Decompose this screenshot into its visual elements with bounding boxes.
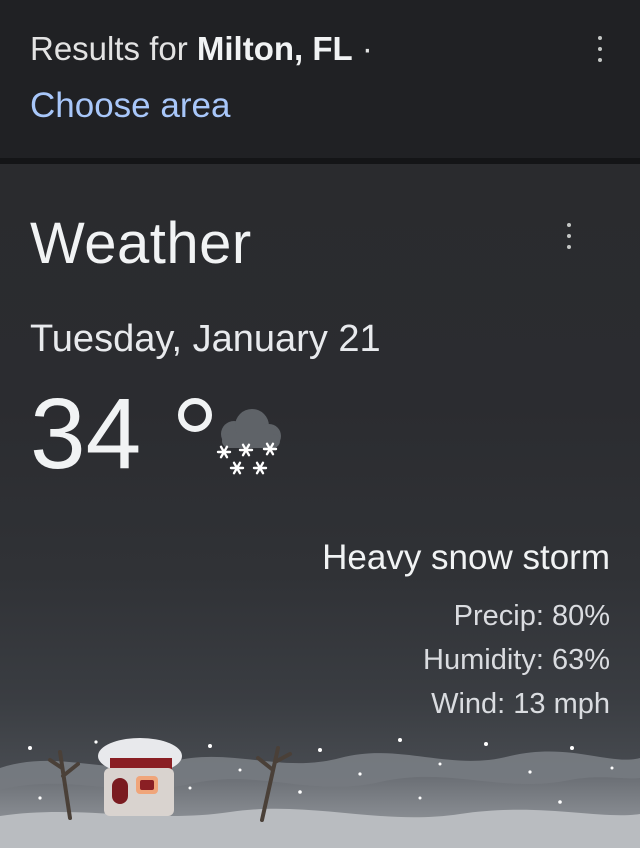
weather-more-vert-icon[interactable] [557,219,581,253]
current-temperature: 34 [30,378,142,490]
degree-symbol [178,398,212,432]
more-vert-icon[interactable] [588,32,612,66]
weather-card: Weather Tuesday, January 21 34 Heavy sno… [0,164,640,848]
location-separator: · [361,30,373,67]
snowy-igloo-illustration [0,738,640,848]
humidity: Humidity: 63% [423,644,610,676]
wind-speed: Wind: 13 mph [431,688,610,720]
weather-condition: Heavy snow storm [322,538,610,577]
results-prefix: Results for [30,30,188,67]
search-context-bar: Results for Milton, FL · Choose area [0,0,640,158]
choose-area-link[interactable]: Choose area [30,86,230,126]
precipitation: Precip: 80% [453,600,610,632]
forecast-date: Tuesday, January 21 [30,318,381,360]
results-location-line: Results for Milton, FL · [30,30,373,68]
snow-cloud-icon [216,409,281,475]
location-name: Milton, FL [196,30,353,67]
weather-title: Weather [30,211,252,276]
